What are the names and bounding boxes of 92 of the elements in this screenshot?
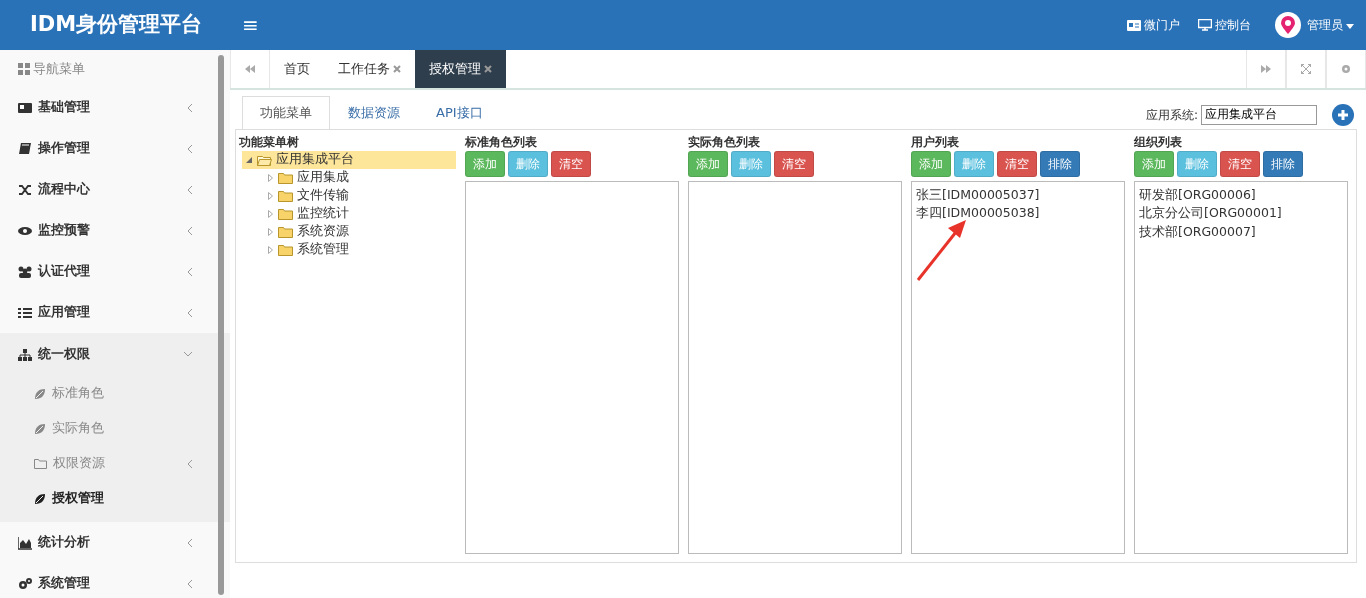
folder-icon — [278, 189, 293, 202]
header-link[interactable]: 控制台 — [1198, 16, 1251, 34]
tree-node[interactable]: 应用集成 — [242, 168, 456, 187]
shuffle-icon — [18, 182, 32, 197]
sitemap-icon — [18, 347, 32, 362]
panel-title: 标准角色列表 — [465, 133, 538, 151]
page-tab[interactable]: 工作任务 — [324, 50, 415, 88]
gears-icon — [18, 576, 32, 591]
plus-icon — [1337, 108, 1349, 121]
area-chart-icon — [18, 535, 32, 550]
id-card-icon — [18, 100, 32, 115]
page-tab[interactable]: 授权管理 — [415, 50, 506, 88]
user-menu[interactable]: 管理员 — [1307, 16, 1354, 34]
sidebar-title: 导航菜单 — [33, 59, 85, 78]
chevron-left-icon — [187, 185, 192, 194]
chevron-left-icon — [187, 226, 192, 235]
list-item[interactable]: 技术部[ORG00007] — [1139, 223, 1343, 242]
list-item[interactable]: 张三[IDM00005037] — [916, 185, 1120, 205]
leaf-icon — [34, 422, 46, 435]
action-button[interactable]: 清空 — [551, 150, 591, 177]
panel-title: 组织列表 — [1134, 133, 1183, 151]
sidebar-item[interactable]: 基础管理 — [0, 87, 230, 128]
action-button[interactable]: 排除 — [1040, 150, 1080, 177]
double-right-icon — [1261, 65, 1271, 73]
panel-title: 功能菜单树 — [239, 133, 300, 151]
monitor-icon — [1198, 19, 1212, 31]
chevron-left-icon — [187, 579, 192, 588]
scroll-left-button[interactable] — [230, 50, 270, 88]
tree-node[interactable]: 文件传输 — [242, 186, 456, 205]
leaf-icon — [34, 387, 46, 400]
expanded-icon — [246, 156, 252, 163]
scroll-right-button[interactable] — [1246, 50, 1286, 88]
content-tab[interactable]: API接口 — [418, 96, 501, 129]
sidebar-item[interactable]: 操作管理 — [0, 128, 230, 169]
chevron-left-icon — [187, 103, 192, 112]
sidebar-item[interactable]: 统一权限 — [0, 333, 230, 376]
tree-node[interactable]: 系统资源 — [242, 222, 456, 241]
sidebar-item[interactable]: 流程中心 — [0, 169, 230, 210]
folder-icon — [278, 225, 293, 238]
action-button[interactable]: 排除 — [1263, 150, 1303, 177]
panel-title: 实际角色列表 — [688, 133, 761, 151]
settings-button[interactable] — [1326, 50, 1366, 88]
grid-icon — [18, 62, 30, 75]
sidebar-subitem[interactable]: 授权管理 — [0, 481, 230, 516]
gear-icon — [1341, 64, 1351, 74]
list-icon — [18, 305, 32, 320]
field-label: 应用系统: — [1145, 106, 1198, 124]
fullscreen-button[interactable] — [1286, 50, 1326, 88]
sidebar-item[interactable]: 监控预警 — [0, 210, 230, 251]
panel-title: 用户列表 — [911, 133, 960, 151]
chevron-left-icon — [187, 144, 192, 153]
header-link[interactable]: 微门户 — [1127, 16, 1180, 34]
double-left-icon — [245, 65, 255, 73]
users-icon — [18, 264, 32, 279]
list-item[interactable]: 李四[IDM00005038] — [916, 204, 1120, 223]
leaf-icon — [34, 492, 46, 505]
chevron-left-icon — [187, 267, 192, 276]
chevron-down-icon — [184, 352, 192, 357]
sidebar-item[interactable]: 应用管理 — [0, 292, 230, 333]
annotation-arrow — [916, 217, 968, 282]
action-button[interactable]: 清空 — [1220, 150, 1260, 177]
list-item[interactable]: 研发部[ORG00006] — [1139, 185, 1343, 205]
folder-icon — [278, 243, 293, 256]
tree-node[interactable]: 系统管理 — [242, 240, 456, 259]
chevron-left-icon — [187, 538, 192, 547]
content-tab[interactable]: 功能菜单 — [242, 96, 330, 129]
book-icon — [18, 141, 32, 156]
list-item[interactable]: 北京分公司[ORG00001] — [1139, 204, 1343, 223]
action-button[interactable]: 清空 — [774, 150, 814, 177]
menu-toggle[interactable]: ≡ — [242, 15, 259, 35]
tree-node[interactable]: 监控统计 — [242, 204, 456, 223]
page-tab[interactable]: 首页 — [270, 50, 324, 88]
sidebar-item[interactable]: 认证代理 — [0, 251, 230, 292]
folder-icon — [34, 458, 47, 469]
folder-icon — [278, 171, 293, 184]
id-card-icon — [1127, 19, 1141, 31]
avatar-icon — [1275, 12, 1301, 38]
folder-icon — [257, 153, 272, 166]
app-system-field[interactable]: 应用集成平台 — [1201, 104, 1317, 125]
expand-icon — [1301, 64, 1311, 74]
chevron-left-icon — [187, 459, 192, 468]
sidebar-item[interactable]: 系统管理 — [0, 563, 230, 598]
content-tab[interactable]: 数据资源 — [330, 96, 418, 129]
tree-node[interactable]: 应用集成平台 — [242, 150, 456, 169]
logo-text: IDM身份管理平台 — [29, 11, 204, 39]
chevron-left-icon — [187, 308, 192, 317]
caret-icon — [1346, 24, 1354, 29]
scrollbar-thumb[interactable] — [218, 55, 224, 595]
add-button[interactable] — [1332, 103, 1354, 126]
action-button[interactable]: 清空 — [997, 150, 1037, 177]
sidebar-item[interactable]: 统计分析 — [0, 522, 230, 563]
folder-icon — [278, 207, 293, 220]
